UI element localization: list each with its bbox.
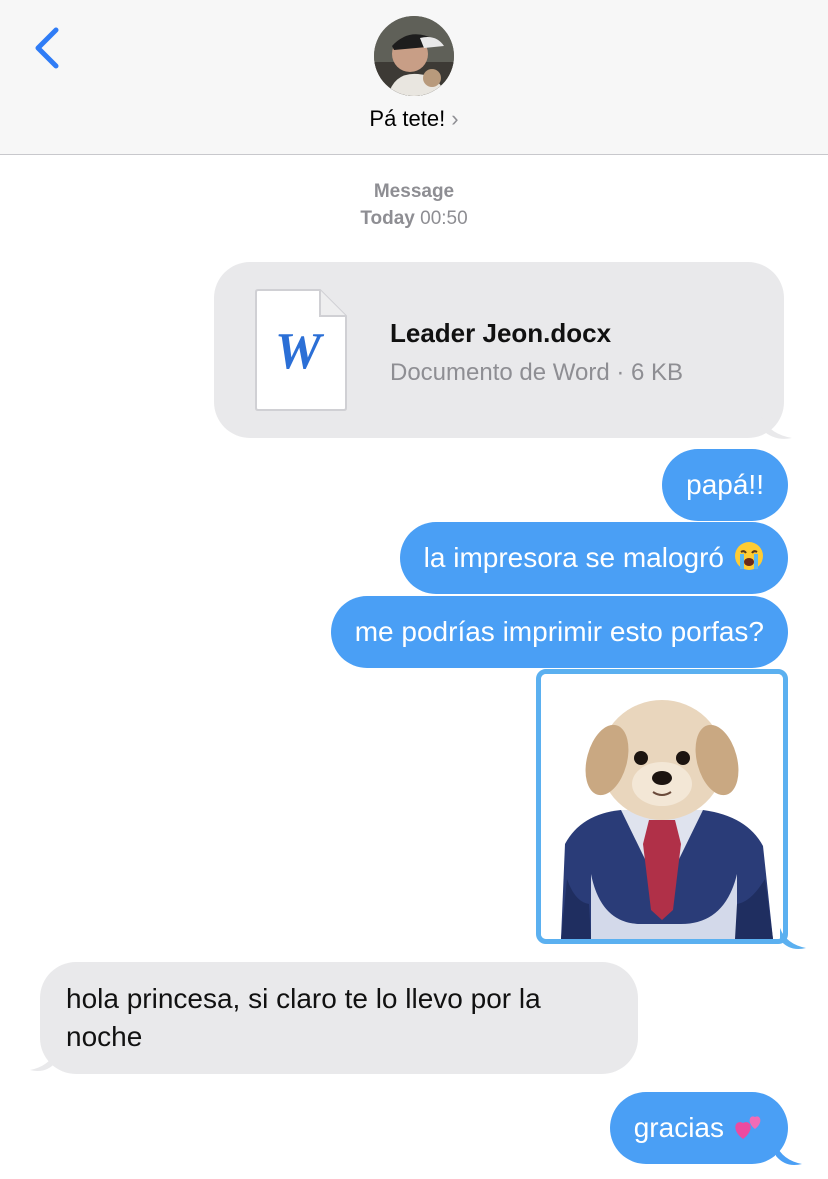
word-document-icon: W [255, 289, 347, 411]
file-name: Leader Jeon.docx [390, 318, 612, 348]
sent-message-bubble[interactable]: la impresora se malogró [399, 522, 788, 594]
message-text: la impresora se malogró [423, 542, 724, 573]
chevron-left-icon[interactable] [30, 26, 66, 70]
timestamp-time: 00:50 [420, 208, 468, 229]
service-label: Message [373, 181, 455, 202]
message-text: gracias [633, 1112, 724, 1143]
bubble-tail [30, 1050, 56, 1071]
contact-avatar[interactable] [374, 16, 454, 96]
contact-name[interactable]: Pá tete! › [0, 106, 828, 132]
sent-message-bubble[interactable]: papá!! [662, 449, 788, 521]
bubble-tail [760, 414, 792, 439]
sent-message-bubble[interactable]: gracias [609, 1092, 788, 1164]
timestamp-day: Today [360, 208, 415, 229]
image-attachment[interactable] [536, 669, 788, 944]
chevron-right-icon: › [451, 106, 459, 131]
conversation-header: Pá tete! › [0, 0, 828, 155]
bubble-tail [776, 1144, 802, 1165]
file-attachment-bubble[interactable]: W Leader Jeon.docx Documento de Word · 6… [214, 262, 784, 438]
contact-name-label: Pá tete! [369, 106, 446, 131]
message-text: hola princesa, si claro te lo llevo por … [66, 983, 541, 1052]
word-letter: W [275, 323, 325, 380]
message-text: papá!! [686, 469, 764, 500]
puppy-in-suit-image [541, 674, 783, 939]
crying-face-emoji-icon [735, 542, 763, 570]
sent-message-bubble[interactable]: me podrías imprimir esto porfas? [330, 596, 788, 668]
bubble-tail [780, 928, 806, 949]
timestamp: Today 00:50 [0, 208, 828, 230]
file-meta: Documento de Word · 6 KB [390, 359, 684, 386]
message-text: me podrías imprimir esto porfas? [354, 616, 764, 647]
two-hearts-emoji-icon [735, 1116, 761, 1139]
received-message-bubble[interactable]: hola princesa, si claro te lo llevo por … [40, 962, 638, 1074]
